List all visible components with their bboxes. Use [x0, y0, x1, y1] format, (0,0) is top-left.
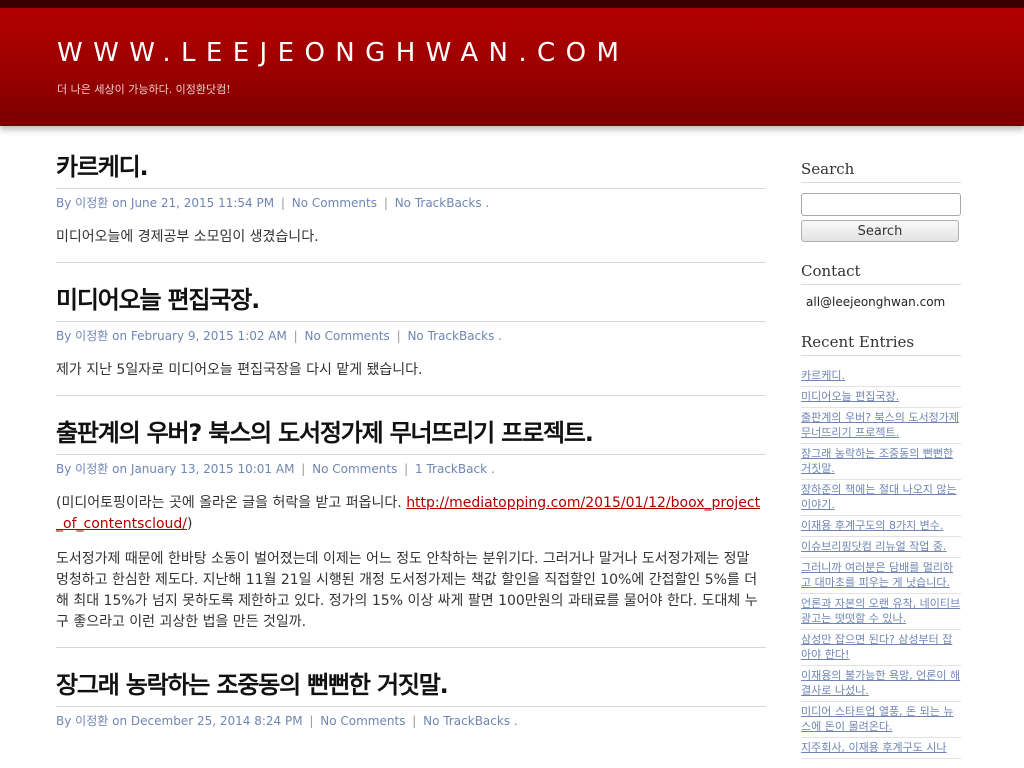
post-meta: By 이정환 on June 21, 2015 11:54 PM | No Co…	[56, 194, 766, 211]
recent-entry: 장그래 농락하는 조중동의 뻔뻔한 거짓말.	[801, 444, 961, 480]
separator: |	[404, 462, 409, 476]
post-meta: By 이정환 on January 13, 2015 10:01 AM | No…	[56, 460, 766, 477]
intro-text: (미디어토핑이라는 곳에 올라온 글을 허락을 받고 퍼옵니다.	[56, 495, 407, 511]
recent-entry: 카르케디.	[801, 366, 961, 387]
meta-end: .	[485, 196, 490, 210]
meta-on: on	[112, 462, 128, 476]
post-body: 미디어오늘에 경제공부 소모임이 생겼습니다.	[56, 227, 766, 248]
recent-entry-link[interactable]: 그러니까 여러분은 담배를 멀리하고 대마초를 피우는 게 낫습니다.	[801, 561, 953, 589]
post-date-link[interactable]: December 25, 2014 8:24 PM	[131, 714, 303, 728]
recent-entry: 장하준의 책에는 절대 나오지 않는 이야기.	[801, 480, 961, 516]
post-body: (미디어토핑이라는 곳에 올라온 글을 허락을 받고 퍼옵니다. http://…	[56, 493, 766, 633]
post-paragraph: 미디어오늘에 경제공부 소모임이 생겼습니다.	[56, 229, 319, 245]
recent-entry: 그러니까 여러분은 담배를 멀리하고 대마초를 피우는 게 낫습니다.	[801, 558, 961, 594]
separator: |	[383, 196, 388, 210]
post-meta: By 이정환 on February 9, 2015 1:02 AM | No …	[56, 327, 766, 344]
recent-entry: 이재용의 불가능한 욕망, 언론이 해결사로 나섰나.	[801, 666, 961, 702]
contact-email: all@leejeonghwan.com	[806, 295, 946, 309]
intro-close: )	[187, 516, 193, 532]
post-date-link[interactable]: February 9, 2015 1:02 AM	[131, 329, 287, 343]
post-intro: (미디어토핑이라는 곳에 올라온 글을 허락을 받고 퍼옵니다. http://…	[56, 493, 766, 535]
separator: |	[309, 714, 314, 728]
meta-by: By	[56, 329, 72, 343]
post-meta: By 이정환 on December 25, 2014 8:24 PM | No…	[56, 712, 766, 729]
main-content: 카르케디. By 이정환 on June 21, 2015 11:54 PM |…	[56, 150, 766, 749]
recent-entry: 이슈브리핑닷컴 리뉴얼 작업 중.	[801, 537, 961, 558]
recent-entries-widget: Recent Entries 카르케디. 미디어오늘 편집국장. 출판계의 우버…	[801, 333, 961, 759]
meta-on: on	[112, 329, 128, 343]
post-title[interactable]: 장그래 농락하는 조중동의 뻔뻔한 거짓말.	[56, 668, 766, 707]
site-tagline: 더 나은 세상이 가능하다. 이정환닷컴!	[57, 83, 231, 96]
post-date-link[interactable]: January 13, 2015 10:01 AM	[131, 462, 295, 476]
separator: |	[412, 714, 417, 728]
post-paragraph: 도서정가제 때문에 한바탕 소동이 벌어졌는데 이제는 어느 정도 안착하는 분…	[56, 551, 758, 630]
search-widget-title: Search	[801, 160, 961, 183]
recent-entry: 지주회사, 이재용 후계구도 시나	[801, 738, 961, 759]
separator: |	[396, 329, 401, 343]
meta-on: on	[112, 196, 128, 210]
recent-entry: 이재용 후계구도의 8가지 변수.	[801, 516, 961, 537]
site-header: WWW.LEEJEONGHWAN.COM 더 나은 세상이 가능하다. 이정환닷…	[0, 8, 1024, 126]
meta-end: .	[498, 329, 503, 343]
meta-by: By	[56, 714, 72, 728]
search-input[interactable]	[801, 193, 961, 216]
author-link[interactable]: 이정환	[75, 462, 108, 476]
meta-end: .	[513, 714, 518, 728]
comments-link[interactable]: No Comments	[292, 196, 377, 210]
recent-entry-link[interactable]: 언론과 자본의 오랜 유착, 네이티브 광고는 떳떳할 수 있나.	[801, 597, 960, 625]
site-title[interactable]: WWW.LEEJEONGHWAN.COM	[57, 38, 629, 68]
author-link[interactable]: 이정환	[75, 329, 108, 343]
post-body: 제가 지난 5일자로 미디어오늘 편집국장을 다시 맡게 됐습니다.	[56, 360, 766, 381]
recent-entry: 미디어오늘 편집국장.	[801, 387, 961, 408]
recent-entry-link[interactable]: 카르케디.	[801, 369, 845, 382]
recent-entry-link[interactable]: 출판계의 우버? 북스의 도서정가제 무너뜨리기 프로젝트.	[801, 411, 959, 439]
post: 장그래 농락하는 조중동의 뻔뻔한 거짓말. By 이정환 on Decembe…	[56, 668, 766, 729]
meta-on: on	[112, 714, 128, 728]
trackbacks-link[interactable]: 1 TrackBack	[415, 462, 487, 476]
meta-end: .	[490, 462, 495, 476]
comments-link[interactable]: No Comments	[312, 462, 397, 476]
top-strip	[0, 0, 1024, 8]
recent-entry-link[interactable]: 미디어 스타트업 열풍, 돈 되는 뉴스에 돈이 몰려온다.	[801, 705, 954, 733]
trackbacks-link[interactable]: No TrackBacks	[395, 196, 482, 210]
post-title[interactable]: 출판계의 우버? 북스의 도서정가제 무너뜨리기 프로젝트.	[56, 416, 766, 455]
recent-entry: 언론과 자본의 오랜 유착, 네이티브 광고는 떳떳할 수 있나.	[801, 594, 961, 630]
post: 미디어오늘 편집국장. By 이정환 on February 9, 2015 1…	[56, 283, 766, 396]
comments-link[interactable]: No Comments	[320, 714, 405, 728]
recent-entry-link[interactable]: 이재용 후계구도의 8가지 변수.	[801, 519, 943, 532]
sidebar: Search Search Contact all@leejeonghwan.c…	[801, 160, 961, 759]
post-title[interactable]: 카르케디.	[56, 150, 766, 189]
separator: |	[301, 462, 306, 476]
recent-entry-link[interactable]: 이슈브리핑닷컴 리뉴얼 작업 중.	[801, 540, 947, 553]
trackbacks-link[interactable]: No TrackBacks	[407, 329, 494, 343]
post-paragraph: 제가 지난 5일자로 미디어오늘 편집국장을 다시 맡게 됐습니다.	[56, 362, 423, 378]
meta-by: By	[56, 196, 72, 210]
recent-entries-list: 카르케디. 미디어오늘 편집국장. 출판계의 우버? 북스의 도서정가제 무너뜨…	[801, 366, 961, 759]
recent-entry-link[interactable]: 삼성만 잡으면 된다? 삼성부터 잡아야 한다!	[801, 633, 952, 661]
recent-entry-link[interactable]: 장그래 농락하는 조중동의 뻔뻔한 거짓말.	[801, 447, 953, 475]
post-title[interactable]: 미디어오늘 편집국장.	[56, 283, 766, 322]
recent-entry: 삼성만 잡으면 된다? 삼성부터 잡아야 한다!	[801, 630, 961, 666]
recent-entry-link[interactable]: 지주회사, 이재용 후계구도 시나	[801, 741, 947, 754]
post: 카르케디. By 이정환 on June 21, 2015 11:54 PM |…	[56, 150, 766, 263]
meta-by: By	[56, 462, 72, 476]
recent-entry-link[interactable]: 장하준의 책에는 절대 나오지 않는 이야기.	[801, 483, 957, 511]
search-button[interactable]: Search	[801, 220, 959, 242]
post-date-link[interactable]: June 21, 2015 11:54 PM	[131, 196, 274, 210]
recent-entry: 미디어 스타트업 열풍, 돈 되는 뉴스에 돈이 몰려온다.	[801, 702, 961, 738]
search-widget: Search Search	[801, 160, 961, 242]
contact-widget-title: Contact	[801, 262, 961, 285]
recent-entries-title: Recent Entries	[801, 333, 961, 356]
author-link[interactable]: 이정환	[75, 196, 108, 210]
trackbacks-link[interactable]: No TrackBacks	[423, 714, 510, 728]
recent-entry: 출판계의 우버? 북스의 도서정가제 무너뜨리기 프로젝트.	[801, 408, 961, 444]
contact-widget: Contact all@leejeonghwan.com	[801, 262, 961, 309]
comments-link[interactable]: No Comments	[305, 329, 390, 343]
post: 출판계의 우버? 북스의 도서정가제 무너뜨리기 프로젝트. By 이정환 on…	[56, 416, 766, 648]
recent-entry-link[interactable]: 미디어오늘 편집국장.	[801, 390, 899, 403]
author-link[interactable]: 이정환	[75, 714, 108, 728]
recent-entry-link[interactable]: 이재용의 불가능한 욕망, 언론이 해결사로 나섰나.	[801, 669, 960, 697]
separator: |	[280, 196, 285, 210]
separator: |	[293, 329, 298, 343]
